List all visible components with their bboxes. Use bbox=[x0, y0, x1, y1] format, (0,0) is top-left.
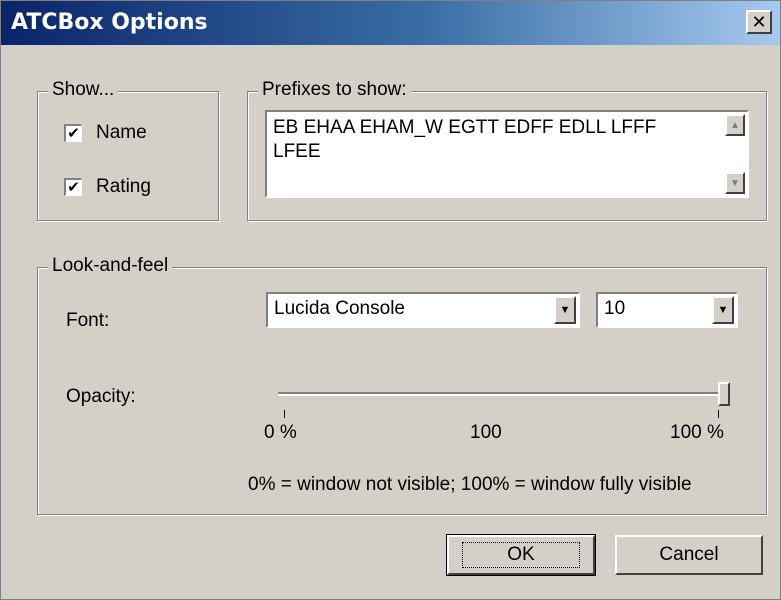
opacity-label: Opacity: bbox=[66, 386, 136, 407]
slider-track bbox=[278, 392, 724, 396]
tick-label-0: 0 % bbox=[264, 422, 297, 443]
tick-label-100: 100 % bbox=[670, 422, 724, 443]
tick-label-100-mid: 100 bbox=[470, 422, 502, 443]
font-label: Font: bbox=[66, 310, 110, 331]
rating-checkbox-row[interactable]: ✔ Rating bbox=[64, 176, 151, 198]
name-checkbox-row[interactable]: ✔ Name bbox=[64, 122, 147, 144]
font-size-value: 10 bbox=[604, 298, 626, 319]
prefixes-group: Prefixes to show: EB EHAA EHAM_W EGTT ED… bbox=[247, 79, 767, 221]
slider-thumb[interactable] bbox=[718, 382, 730, 406]
font-value: Lucida Console bbox=[274, 298, 405, 319]
font-size-combobox[interactable]: 10 ▼ bbox=[596, 292, 738, 328]
window-title: ATCBox Options bbox=[11, 10, 208, 35]
size-dropdown-button[interactable]: ▼ bbox=[712, 296, 734, 324]
scroll-down-button[interactable]: ▼ bbox=[725, 172, 745, 194]
font-dropdown-button[interactable]: ▼ bbox=[554, 296, 576, 324]
scroll-down-icon: ▼ bbox=[730, 177, 740, 189]
chevron-down-icon: ▼ bbox=[717, 304, 729, 316]
slider-tick-start bbox=[284, 410, 285, 418]
chevron-down-icon: ▼ bbox=[559, 304, 571, 316]
options-dialog: ATCBox Options ✕ Show... ✔ Name ✔ Rating… bbox=[0, 0, 781, 600]
rating-checkbox-label: Rating bbox=[96, 176, 151, 197]
name-checkbox[interactable]: ✔ bbox=[64, 124, 82, 142]
close-button[interactable]: ✕ bbox=[746, 10, 772, 34]
title-bar[interactable]: ATCBox Options ✕ bbox=[1, 1, 780, 45]
look-and-feel-legend: Look-and-feel bbox=[48, 255, 173, 277]
opacity-note: 0% = window not visible; 100% = window f… bbox=[248, 474, 692, 495]
font-combobox[interactable]: Lucida Console ▼ bbox=[266, 292, 580, 328]
cancel-button[interactable]: Cancel bbox=[615, 535, 763, 575]
prefixes-text: EB EHAA EHAM_W EGTT EDFF EDLL LFFF LFEE bbox=[273, 117, 657, 162]
ok-button[interactable]: OK bbox=[446, 534, 596, 576]
opacity-slider[interactable] bbox=[278, 382, 730, 418]
scroll-up-button[interactable]: ▲ bbox=[725, 114, 745, 136]
rating-checkbox[interactable]: ✔ bbox=[64, 178, 82, 196]
cancel-button-label: Cancel bbox=[659, 544, 719, 565]
checkmark-icon: ✔ bbox=[67, 179, 80, 196]
scroll-up-icon: ▲ bbox=[730, 119, 740, 131]
show-group-legend: Show... bbox=[48, 79, 119, 101]
prefixes-group-legend: Prefixes to show: bbox=[258, 79, 411, 101]
checkmark-icon: ✔ bbox=[67, 125, 80, 142]
prefixes-textarea[interactable]: EB EHAA EHAM_W EGTT EDFF EDLL LFFF LFEE … bbox=[265, 110, 749, 198]
ok-button-label: OK bbox=[462, 542, 580, 568]
look-and-feel-group: Look-and-feel Font: Lucida Console ▼ 10 … bbox=[37, 255, 767, 515]
slider-tick-end bbox=[718, 410, 719, 418]
name-checkbox-label: Name bbox=[96, 122, 147, 143]
close-icon: ✕ bbox=[751, 12, 767, 32]
show-group: Show... ✔ Name ✔ Rating bbox=[37, 79, 219, 221]
